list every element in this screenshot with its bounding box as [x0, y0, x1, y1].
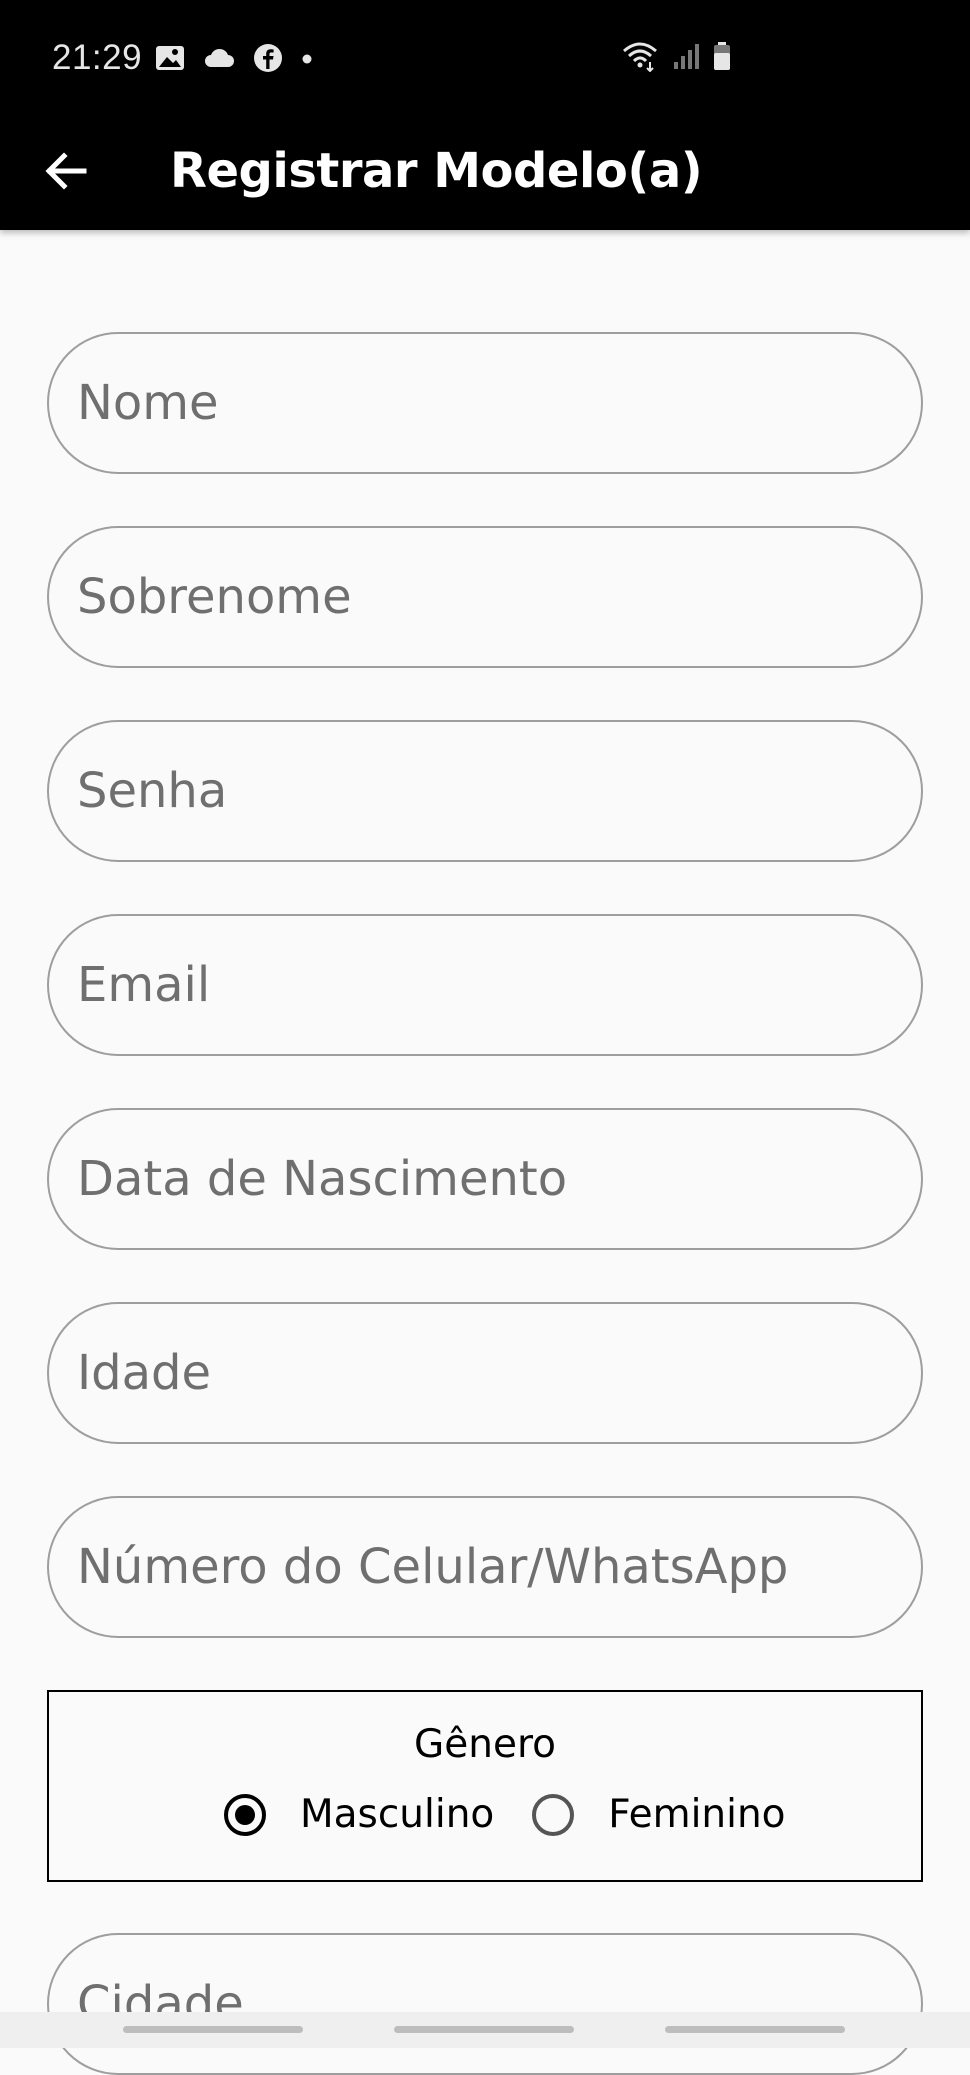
battery-icon — [712, 41, 732, 76]
facebook-icon — [253, 43, 283, 78]
system-nav-bar — [0, 2012, 970, 2048]
data-nascimento-field[interactable] — [47, 1108, 923, 1250]
email-input[interactable] — [77, 957, 921, 1013]
senha-input[interactable] — [77, 763, 921, 819]
gender-group: Gênero Masculino Feminino — [47, 1690, 923, 1882]
image-icon — [155, 44, 185, 77]
nav-recents-handle[interactable] — [123, 2026, 303, 2033]
wifi-icon — [620, 40, 660, 77]
signal-icon — [672, 42, 700, 75]
app-bar: Registrar Modelo(a) — [0, 115, 970, 230]
nav-home-handle[interactable] — [394, 2026, 574, 2033]
status-time: 21:29 — [52, 38, 143, 77]
nav-back-handle[interactable] — [665, 2026, 845, 2033]
idade-field[interactable] — [47, 1302, 923, 1444]
radio-option-masculino[interactable]: Masculino — [224, 1792, 494, 1837]
gender-title: Gênero — [414, 1722, 556, 1767]
dot-icon — [301, 52, 313, 70]
nome-input[interactable] — [77, 375, 921, 431]
back-button[interactable] — [36, 143, 96, 203]
arrow-left-icon — [44, 151, 88, 196]
radio-option-feminino[interactable]: Feminino — [532, 1792, 786, 1837]
data-nascimento-input[interactable] — [77, 1151, 921, 1207]
sobrenome-field[interactable] — [47, 526, 923, 668]
gender-options: Masculino Feminino — [224, 1792, 786, 1837]
senha-field[interactable] — [47, 720, 923, 862]
radio-unchecked-icon[interactable] — [532, 1793, 575, 1836]
radio-label-masculino: Masculino — [300, 1792, 495, 1837]
status-icons-left — [155, 43, 313, 78]
cidade-field[interactable]: Cidade — [47, 1933, 923, 2075]
radio-label-feminino: Feminino — [608, 1792, 786, 1837]
cloud-icon — [203, 46, 235, 75]
radio-checked-icon[interactable] — [224, 1793, 266, 1836]
status-icons-right — [620, 40, 732, 77]
page-title: Registrar Modelo(a) — [170, 143, 703, 199]
idade-input[interactable] — [77, 1345, 921, 1401]
celular-field[interactable] — [47, 1496, 923, 1638]
celular-input[interactable] — [77, 1539, 921, 1595]
sobrenome-input[interactable] — [77, 569, 921, 625]
status-bar: 21:29 — [0, 0, 970, 115]
nome-field[interactable] — [47, 332, 923, 474]
email-field[interactable] — [47, 914, 923, 1056]
